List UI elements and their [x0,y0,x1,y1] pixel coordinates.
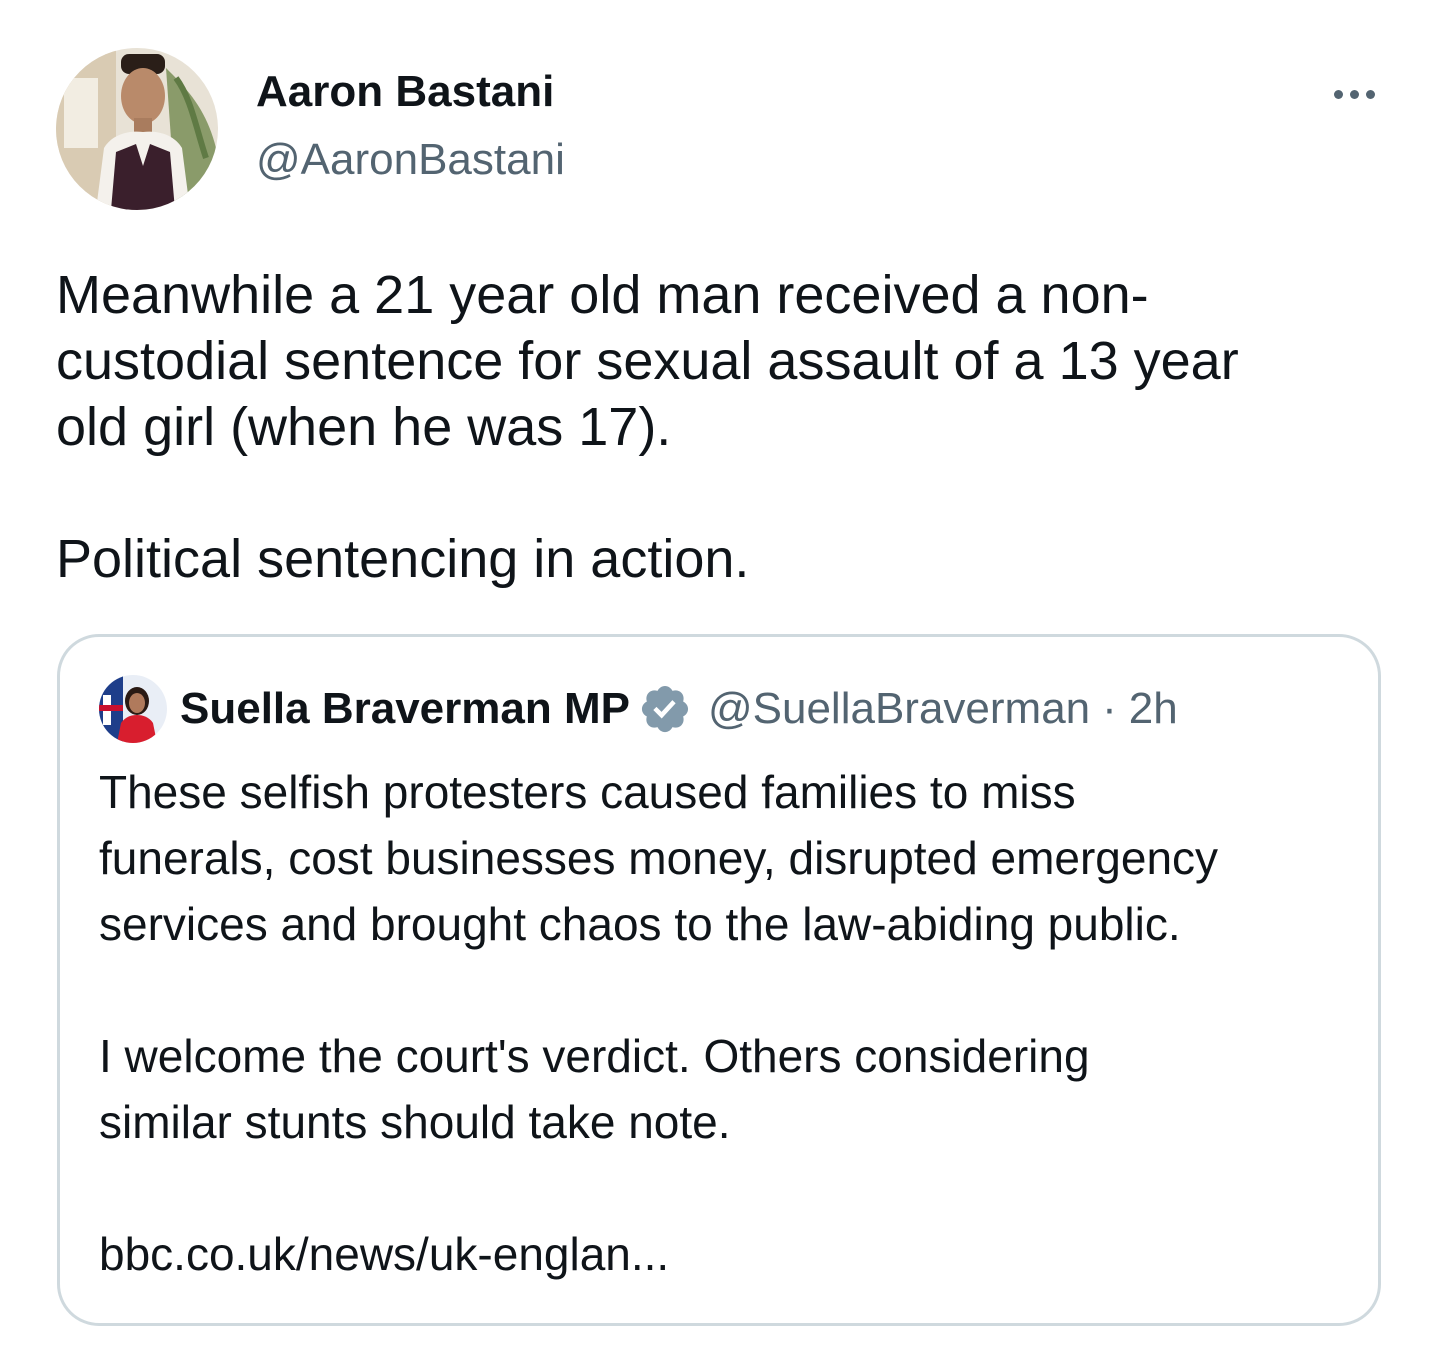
quoted-tweet-timestamp[interactable]: 2h [1129,679,1178,739]
quoted-tweet-card[interactable]: Suella Braverman MP @SuellaBraverman · 2… [57,634,1381,1326]
quoted-author-handle[interactable]: @SuellaBraverman [708,679,1090,739]
quoted-author-avatar[interactable] [99,675,167,743]
author-name[interactable]: Aaron Bastani [256,62,554,122]
quoted-author-name[interactable]: Suella Braverman MP [180,679,630,739]
quoted-author-avatar-image [99,675,167,743]
header-separator: · [1102,684,1117,733]
quoted-tweet-header: Suella Braverman MP @SuellaBraverman · 2… [180,679,1178,739]
author-handle[interactable]: @AaronBastani [256,130,565,190]
more-options-button[interactable] [1322,76,1386,112]
quoted-tweet-text: These selfish protesters caused families… [99,766,1219,1280]
author-avatar-image [56,48,218,210]
verified-badge-icon [641,685,689,733]
author-avatar[interactable] [56,48,218,210]
more-horizontal-icon [1333,89,1343,99]
tweet-text: Meanwhile a 21 year old man received a n… [56,265,1239,589]
